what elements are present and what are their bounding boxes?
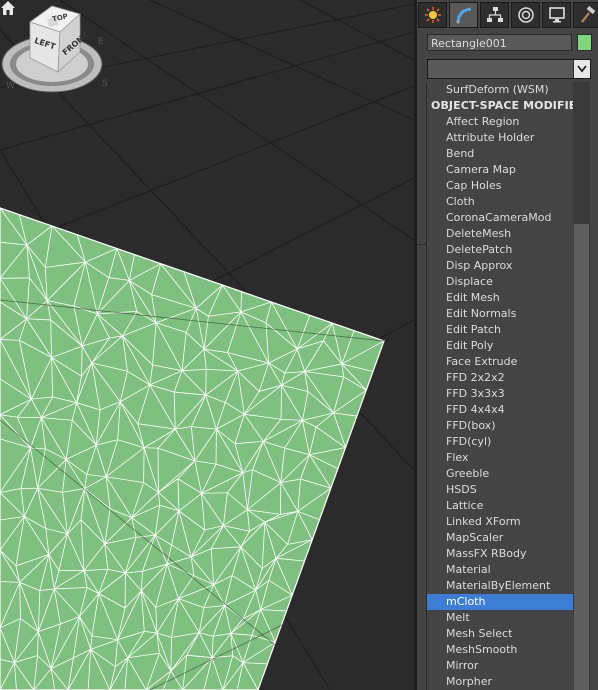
list-item[interactable]: FFD 4x4x4 xyxy=(427,402,574,418)
perspective-viewport[interactable]: W E S TOP LEFT FRONT xyxy=(0,0,414,690)
list-item[interactable]: Affect Region xyxy=(427,114,574,130)
object-color-swatch[interactable] xyxy=(577,34,592,51)
display-tab[interactable] xyxy=(542,2,571,28)
curve-icon xyxy=(456,7,471,24)
list-item[interactable]: Morpher xyxy=(427,674,574,690)
list-item[interactable]: MeshSmooth xyxy=(427,642,574,658)
sun-icon xyxy=(424,7,441,23)
modify-tab[interactable] xyxy=(449,2,478,28)
scrollbar-thumb[interactable] xyxy=(574,224,589,690)
list-item[interactable]: Displace xyxy=(427,274,574,290)
list-item[interactable]: Material xyxy=(427,562,574,578)
object-name-field[interactable]: Rectangle001 xyxy=(427,34,572,51)
monitor-icon xyxy=(548,7,565,23)
modifier-dropdown-list: SurfDeform (WSM) OBJECT-SPACE MODIFIERS … xyxy=(426,82,574,690)
list-item[interactable]: Bend xyxy=(427,146,574,162)
svg-text:E: E xyxy=(98,37,104,47)
panel-edge xyxy=(590,82,598,690)
list-item[interactable]: Mirror xyxy=(427,658,574,674)
motion-icon xyxy=(517,7,534,23)
list-item[interactable]: Disp Approx xyxy=(427,258,574,274)
list-item[interactable]: Edit Normals xyxy=(427,306,574,322)
list-item[interactable]: Edit Patch xyxy=(427,322,574,338)
command-panel-tabs xyxy=(418,2,598,28)
list-item[interactable]: MaterialByElement xyxy=(427,578,574,594)
hammer-icon xyxy=(580,6,595,23)
list-section-header: OBJECT-SPACE MODIFIERS xyxy=(431,99,574,112)
list-item[interactable]: Cloth xyxy=(427,194,574,210)
list-item[interactable]: Edit Mesh xyxy=(427,290,574,306)
list-item[interactable]: Face Extrude xyxy=(427,354,574,370)
list-item[interactable]: DeletePatch xyxy=(427,242,574,258)
list-item[interactable]: MassFX RBody xyxy=(427,546,574,562)
modifier-list-combo[interactable] xyxy=(427,59,591,79)
list-item[interactable]: HSDS xyxy=(427,482,574,498)
list-item[interactable]: Mesh Select xyxy=(427,626,574,642)
list-item[interactable]: DeleteMesh xyxy=(427,226,574,242)
list-item-selected[interactable]: mCloth xyxy=(427,594,574,610)
chevron-down-icon xyxy=(577,65,587,73)
list-item[interactable]: FFD 2x2x2 xyxy=(427,370,574,386)
motion-tab[interactable] xyxy=(511,2,540,28)
list-item[interactable]: SurfDeform (WSM) xyxy=(427,82,574,98)
list-item[interactable]: FFD 3x3x3 xyxy=(427,386,574,402)
utilities-tab[interactable] xyxy=(573,2,598,28)
command-panel: Rectangle001 SurfDeform (WSM) OBJECT-SPA… xyxy=(417,0,598,690)
list-item[interactable]: MapScaler xyxy=(427,530,574,546)
create-tab[interactable] xyxy=(418,2,447,28)
list-item[interactable]: Greeble xyxy=(427,466,574,482)
list-item[interactable]: Lattice xyxy=(427,498,574,514)
hierarchy-tab[interactable] xyxy=(480,2,509,28)
list-item[interactable]: Flex xyxy=(427,450,574,466)
svg-text:S: S xyxy=(102,79,108,89)
list-item[interactable]: FFD(box) xyxy=(427,418,574,434)
list-item[interactable]: Cap Holes xyxy=(427,178,574,194)
modifier-list-dropdown-button[interactable] xyxy=(573,60,590,78)
list-item[interactable]: FFD(cyl) xyxy=(427,434,574,450)
list-item[interactable]: Melt xyxy=(427,610,574,626)
hierarchy-icon xyxy=(486,7,503,22)
list-item[interactable]: Linked XForm xyxy=(427,514,574,530)
viewcube[interactable]: W E S TOP LEFT FRONT xyxy=(0,0,126,100)
list-item[interactable]: Camera Map xyxy=(427,162,574,178)
svg-text:W: W xyxy=(6,81,15,91)
viewport-scene xyxy=(0,0,414,690)
dropdown-scrollbar[interactable] xyxy=(573,82,590,690)
panel-divider xyxy=(417,244,426,249)
list-item[interactable]: CoronaCameraMod xyxy=(427,210,574,226)
list-item[interactable]: Attribute Holder xyxy=(427,130,574,146)
list-item[interactable]: Edit Poly xyxy=(427,338,574,354)
